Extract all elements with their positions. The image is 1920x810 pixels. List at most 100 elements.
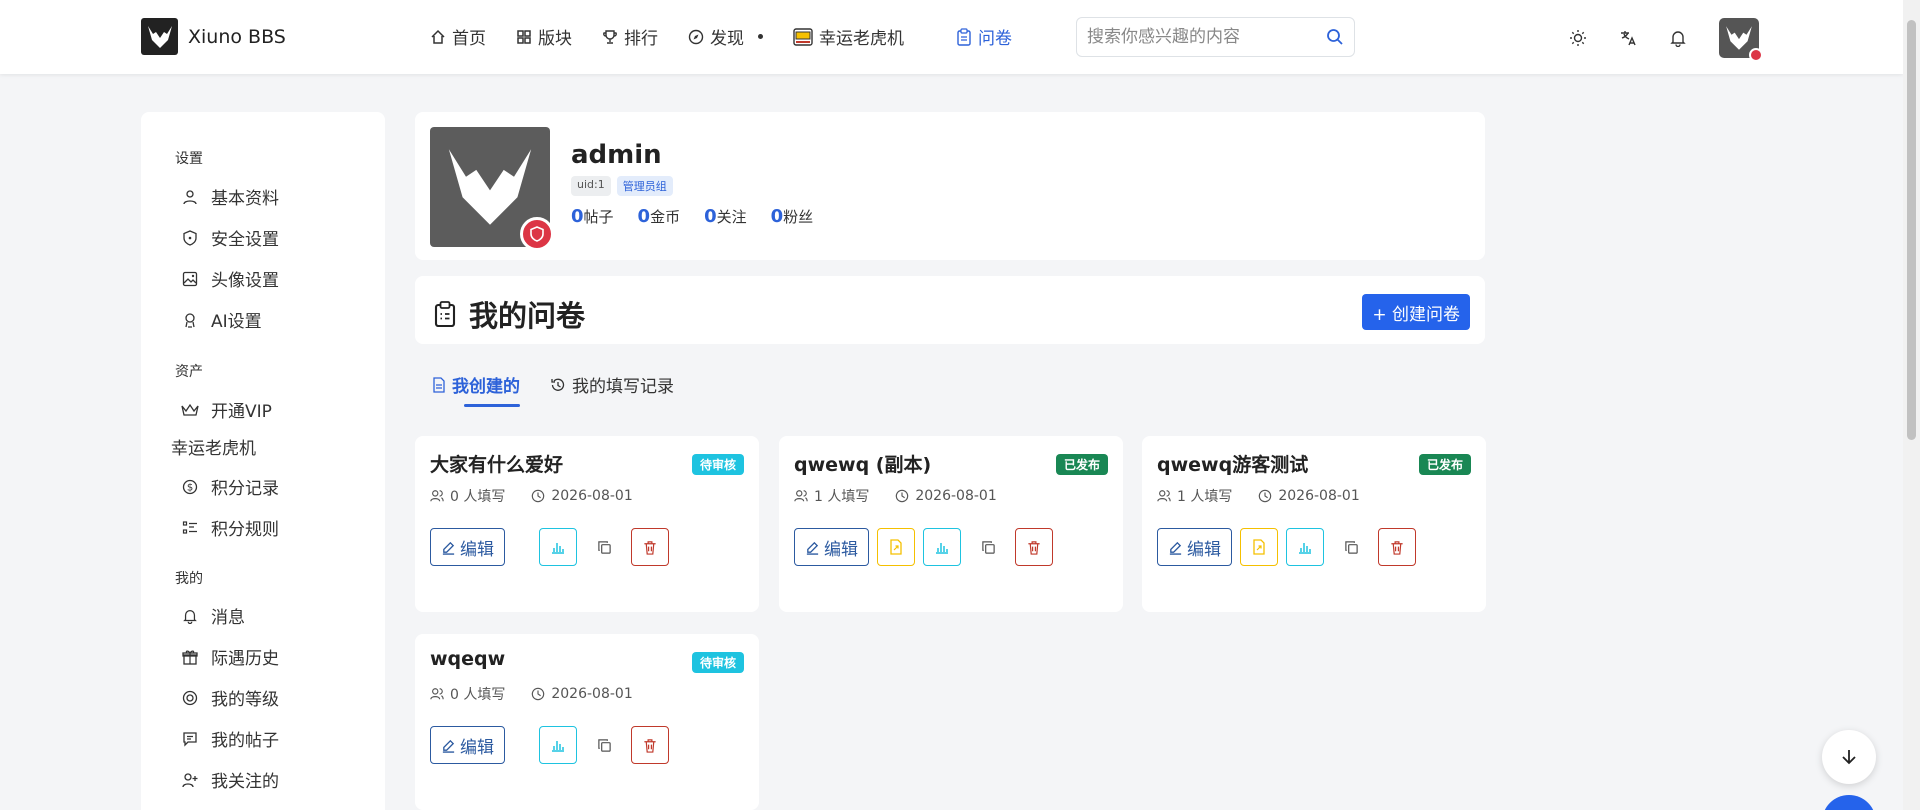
copy-icon xyxy=(597,540,611,554)
survey-meta: 0 人填写 2026-08-01 xyxy=(430,684,633,704)
tab-fill-records[interactable]: 我的填写记录 xyxy=(550,372,674,397)
delete-button[interactable] xyxy=(1378,528,1416,566)
user-icon xyxy=(181,188,199,206)
trophy-icon xyxy=(603,29,617,44)
search-input[interactable] xyxy=(1087,27,1326,47)
sidebar-item-following[interactable]: 我关注的 xyxy=(181,767,279,792)
export-button[interactable] xyxy=(877,528,915,566)
slot-machine-icon xyxy=(793,27,813,46)
scrollbar-thumb[interactable] xyxy=(1907,20,1916,440)
survey-card[interactable]: 大家有什么爱好 待审核 0 人填写 2026-08-01 编辑 xyxy=(415,436,759,612)
copy-button[interactable] xyxy=(585,528,623,566)
scroll-down-button[interactable] xyxy=(1822,730,1876,784)
copy-button[interactable] xyxy=(585,726,623,764)
file-export-icon xyxy=(890,539,902,555)
nav-ranking[interactable]: 排行 xyxy=(602,24,658,49)
chat-icon xyxy=(181,730,199,748)
edit-button[interactable]: 编辑 xyxy=(430,726,505,764)
file-export-icon xyxy=(1253,539,1265,555)
users-icon xyxy=(430,688,444,700)
floating-action-button[interactable] xyxy=(1822,795,1876,810)
shield-icon xyxy=(181,229,199,247)
survey-card[interactable]: qwewq游客测试 已发布 1 人填写 2026-08-01 编辑 xyxy=(1142,436,1486,612)
survey-title[interactable]: qwewq游客测试 xyxy=(1157,450,1308,477)
copy-icon xyxy=(1344,540,1358,554)
stat-posts[interactable]: 0帖子 xyxy=(571,206,614,227)
survey-actions: 编辑 xyxy=(430,528,669,566)
sidebar-item-ai[interactable]: AI设置 xyxy=(181,307,262,332)
survey-meta: 0 人填写 2026-08-01 xyxy=(430,486,633,506)
dollar-circle-icon: $ xyxy=(181,478,199,496)
sidebar-group-assets: 资产 xyxy=(175,364,203,380)
search-icon[interactable] xyxy=(1326,28,1344,46)
sidebar-item-my-posts[interactable]: 我的帖子 xyxy=(181,726,279,751)
page-title: 我的问卷 xyxy=(433,293,585,335)
language-button[interactable] xyxy=(1617,27,1639,49)
survey-card[interactable]: qwewq (副本) 已发布 1 人填写 2026-08-01 编辑 xyxy=(779,436,1123,612)
image-icon xyxy=(181,270,199,288)
sidebar-item-encounter-history[interactable]: 际遇历史 xyxy=(181,644,279,669)
uid-tag: uid:1 xyxy=(571,176,611,196)
sidebar-item-points-record[interactable]: $ 积分记录 xyxy=(181,474,279,499)
profile-card: admin uid:1 管理员组 0帖子 0金币 0关注 0粉丝 xyxy=(415,112,1485,260)
stat-coins[interactable]: 0金币 xyxy=(638,206,681,227)
avatar-badge xyxy=(1749,48,1763,62)
bar-chart-icon xyxy=(936,543,948,554)
edit-button[interactable]: 编辑 xyxy=(1157,528,1232,566)
theme-toggle-button[interactable] xyxy=(1567,27,1589,49)
edit-button[interactable]: 编辑 xyxy=(794,528,869,566)
sidebar-item-vip[interactable]: 开通VIP xyxy=(181,397,272,422)
stats-button[interactable] xyxy=(923,528,961,566)
nav-notification-dot xyxy=(758,34,763,39)
trash-icon xyxy=(644,540,656,555)
stats-button[interactable] xyxy=(539,726,577,764)
stats-button[interactable] xyxy=(539,528,577,566)
sidebar-item-profile[interactable]: 基本资料 xyxy=(181,184,279,209)
action-spacer xyxy=(513,528,531,566)
edit-button[interactable]: 编辑 xyxy=(430,528,505,566)
nav-home[interactable]: 首页 xyxy=(430,24,486,49)
sidebar-item-points-rules[interactable]: 积分规则 xyxy=(181,515,279,540)
sidebar-group-mine: 我的 xyxy=(175,571,203,587)
status-badge: 待审核 xyxy=(691,652,744,673)
notifications-button[interactable] xyxy=(1667,27,1689,49)
nav-slot-machine[interactable]: 幸运老虎机 xyxy=(793,24,904,49)
users-icon xyxy=(794,490,808,502)
tab-created[interactable]: 我创建的 xyxy=(432,372,520,407)
delete-button[interactable] xyxy=(631,726,669,764)
survey-title[interactable]: qwewq (副本) xyxy=(794,450,931,477)
nav-forums[interactable]: 版块 xyxy=(516,24,572,49)
brand-logo[interactable]: Xiuno BBS xyxy=(141,18,286,55)
nav-survey[interactable]: 问卷 xyxy=(956,24,1012,49)
bar-chart-icon xyxy=(552,543,564,554)
home-icon xyxy=(431,29,445,44)
bar-chart-icon xyxy=(552,741,564,752)
stat-following[interactable]: 0关注 xyxy=(704,206,747,227)
survey-title[interactable]: 大家有什么爱好 xyxy=(430,450,563,477)
stat-fans[interactable]: 0粉丝 xyxy=(771,206,814,227)
user-avatar[interactable] xyxy=(1719,18,1763,62)
copy-button[interactable] xyxy=(969,528,1007,566)
sidebar-item-security[interactable]: 安全设置 xyxy=(181,225,279,250)
page-scrollbar[interactable] xyxy=(1903,0,1920,810)
main-nav: 首页 版块 排行 发现 幸运老虎机 问卷 xyxy=(430,24,1042,49)
sidebar-item-messages[interactable]: 消息 xyxy=(181,603,245,628)
export-button[interactable] xyxy=(1240,528,1278,566)
sidebar-item-my-level[interactable]: 我的等级 xyxy=(181,685,279,710)
stats-button[interactable] xyxy=(1286,528,1324,566)
top-navbar: Xiuno BBS 首页 版块 排行 发现 幸运老虎机 问卷 xyxy=(0,0,1903,74)
document-icon xyxy=(433,376,445,393)
survey-card[interactable]: wqeqw 待审核 0 人填写 2026-08-01 编辑 xyxy=(415,634,759,810)
nav-discover[interactable]: 发现 xyxy=(688,24,744,49)
sidebar-item-avatar[interactable]: 头像设置 xyxy=(181,266,279,291)
admin-shield-badge xyxy=(520,217,554,251)
copy-button[interactable] xyxy=(1332,528,1370,566)
create-survey-button[interactable]: + 创建问卷 xyxy=(1362,294,1470,330)
trash-icon xyxy=(644,738,656,753)
survey-meta: 1 人填写 2026-08-01 xyxy=(794,486,997,506)
copy-icon xyxy=(597,738,611,752)
survey-title[interactable]: wqeqw xyxy=(430,648,505,670)
delete-button[interactable] xyxy=(1015,528,1053,566)
status-badge: 待审核 xyxy=(691,454,744,475)
delete-button[interactable] xyxy=(631,528,669,566)
